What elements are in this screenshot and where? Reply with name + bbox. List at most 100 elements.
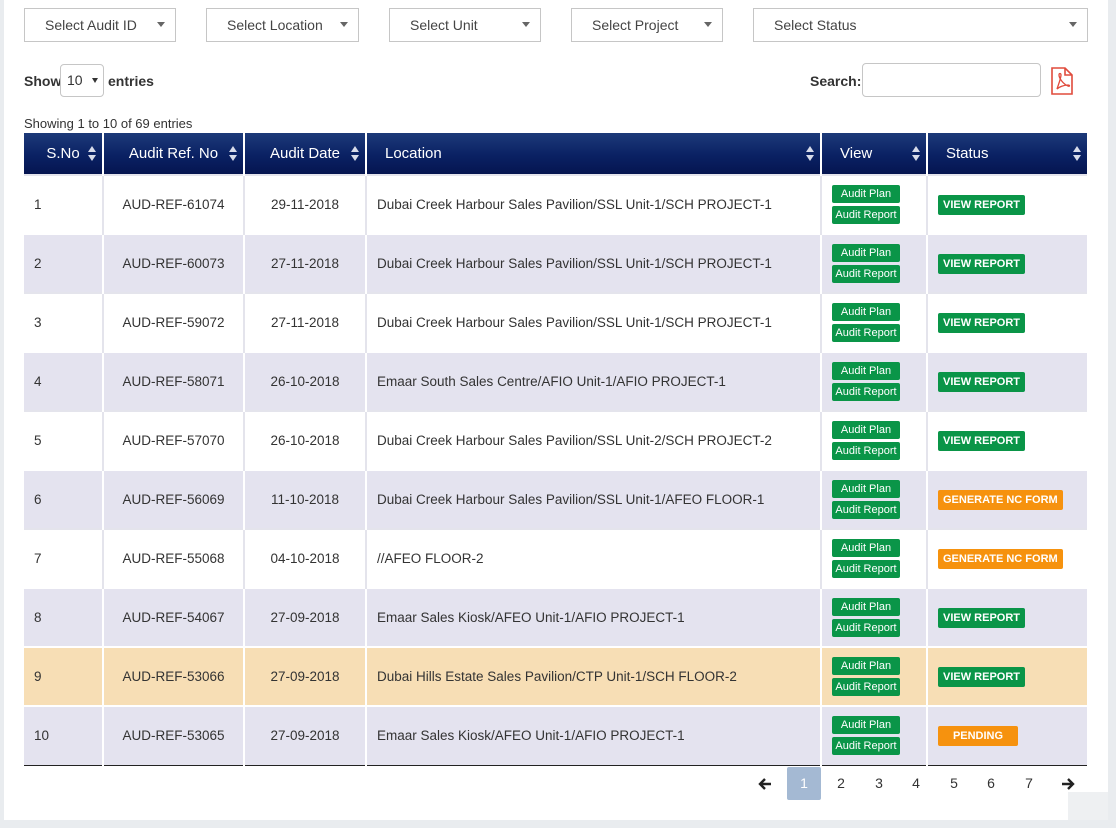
table-row[interactable]: 10 AUD-REF-53065 27-09-2018 Emaar Sales Kio… — [24, 705, 1087, 766]
audit-report-button[interactable]: Audit Report — [832, 265, 900, 283]
status-button[interactable]: VIEW REPORT — [938, 430, 1026, 451]
table-row[interactable]: 8 AUD-REF-54067 27-09-2018 Emaar Sales Kios… — [24, 587, 1087, 647]
cell-audit-date: 27-11-2018 — [244, 233, 367, 293]
status-button[interactable]: VIEW REPORT — [938, 666, 1026, 687]
table-row[interactable]: 2 AUD-REF-60073 27-11-2018 Dubai Creek Harb… — [24, 233, 1087, 293]
cell-location: Dubai Creek Harbour Sales Pavilion/SSL U… — [366, 233, 822, 293]
cell-audit-ref: AUD-REF-53065 — [103, 705, 245, 766]
page-4-button[interactable]: 4 — [899, 767, 933, 800]
audit-plan-button[interactable]: Audit Plan — [832, 480, 900, 498]
location-select[interactable]: Select Location — [206, 8, 359, 42]
cell-view: Audit Plan Audit Report — [821, 292, 928, 352]
cell-sno: 4 — [24, 351, 104, 411]
page-5-button[interactable]: 5 — [937, 767, 971, 800]
table-body: 1 AUD-REF-61074 29-11-2018 Dubai Creek Harb… — [24, 174, 1087, 766]
status-button[interactable]: VIEW REPORT — [938, 607, 1026, 628]
cell-location: Emaar Sales Kiosk/AFEO Unit-1/AFIO PROJE… — [366, 705, 822, 766]
cell-audit-ref: AUD-REF-56069 — [103, 469, 245, 529]
cell-status: VIEW REPORT — [927, 351, 1087, 411]
cell-view: Audit Plan Audit Report — [821, 528, 928, 588]
cell-audit-ref: AUD-REF-58071 — [103, 351, 245, 411]
cell-status: VIEW REPORT — [927, 646, 1087, 706]
cell-audit-date: 27-09-2018 — [244, 705, 367, 766]
audit-report-button[interactable]: Audit Report — [832, 206, 900, 224]
audit-plan-button[interactable]: Audit Plan — [832, 362, 900, 380]
status-button[interactable]: VIEW REPORT — [938, 312, 1026, 333]
audit-id-select-label: Select Audit ID — [45, 17, 137, 33]
table-row[interactable]: 7 AUD-REF-55068 04-10-2018//AFEO FLOOR-2 Au… — [24, 528, 1087, 588]
header-sno-label: S.No — [46, 145, 80, 162]
page-2-button[interactable]: 2 — [824, 767, 858, 800]
cell-sno: 2 — [24, 233, 104, 293]
cell-view: Audit Plan Audit Report — [821, 233, 928, 293]
header-audit-date-label: Audit Date — [269, 145, 341, 162]
status-button[interactable]: GENERATE NC FORM — [938, 548, 1063, 569]
audit-report-button[interactable]: Audit Report — [832, 678, 900, 696]
table-row[interactable]: 1 AUD-REF-61074 29-11-2018 Dubai Creek Harb… — [24, 174, 1087, 234]
header-location[interactable]: Location — [366, 133, 822, 175]
header-status-label: Status — [946, 145, 989, 162]
table-row[interactable]: 9 AUD-REF-53066 27-09-2018 Dubai Hills Esta… — [24, 646, 1087, 706]
cell-sno: 7 — [24, 528, 104, 588]
audit-plan-button[interactable]: Audit Plan — [832, 657, 900, 675]
project-select[interactable]: Select Project — [571, 8, 723, 42]
next-page-button[interactable] — [1051, 767, 1085, 800]
status-button[interactable]: VIEW REPORT — [938, 371, 1026, 392]
audit-report-button[interactable]: Audit Report — [832, 619, 900, 637]
entries-per-page-value: 10 — [67, 72, 83, 88]
sort-icon — [229, 146, 237, 162]
status-select[interactable]: Select Status — [753, 8, 1088, 42]
cell-audit-date: 04-10-2018 — [244, 528, 367, 588]
cell-location: Dubai Creek Harbour Sales Pavilion/SSL U… — [366, 469, 822, 529]
pdf-icon[interactable] — [1050, 67, 1074, 95]
search-label: Search: — [810, 73, 862, 89]
audit-plan-button[interactable]: Audit Plan — [832, 539, 900, 557]
arrow-left-icon — [758, 778, 771, 790]
table-row[interactable]: 5 AUD-REF-57070 26-10-2018 Dubai Creek Harb… — [24, 410, 1087, 470]
status-button[interactable]: VIEW REPORT — [938, 253, 1026, 274]
audit-id-select[interactable]: Select Audit ID — [24, 8, 176, 42]
status-button[interactable]: GENERATE NC FORM — [938, 489, 1063, 510]
header-status[interactable]: Status — [927, 133, 1087, 175]
prev-page-button[interactable] — [748, 767, 782, 800]
audit-report-button[interactable]: Audit Report — [832, 737, 900, 756]
status-button[interactable]: VIEW REPORT — [938, 194, 1026, 215]
header-audit-date[interactable]: Audit Date — [244, 133, 367, 175]
table-row[interactable]: 4 AUD-REF-58071 26-10-2018 Emaar South Sale… — [24, 351, 1087, 411]
cell-sno: 1 — [24, 174, 104, 234]
audit-plan-button[interactable]: Audit Plan — [832, 421, 900, 439]
table-header-row: S.No Audit Ref. No Audit Date Location V… — [24, 133, 1087, 175]
sort-icon — [351, 146, 359, 162]
table-row[interactable]: 3 AUD-REF-59072 27-11-2018 Dubai Creek Harb… — [24, 292, 1087, 352]
header-view[interactable]: View — [821, 133, 928, 175]
table-info: Showing 1 to 10 of 69 entries — [24, 116, 193, 131]
entries-per-page-select[interactable]: 10 — [60, 64, 104, 97]
header-audit-ref[interactable]: Audit Ref. No — [103, 133, 245, 175]
table-row[interactable]: 6 AUD-REF-56069 11-10-2018 Dubai Creek Harb… — [24, 469, 1087, 529]
audit-plan-button[interactable]: Audit Plan — [832, 716, 900, 735]
page-3-button[interactable]: 3 — [862, 767, 896, 800]
caret-down-icon — [340, 22, 348, 27]
audit-report-button[interactable]: Audit Report — [832, 442, 900, 460]
audit-plan-button[interactable]: Audit Plan — [832, 244, 900, 262]
audit-table: S.No Audit Ref. No Audit Date Location V… — [24, 133, 1087, 766]
unit-select[interactable]: Select Unit — [389, 8, 541, 42]
audit-plan-button[interactable]: Audit Plan — [832, 185, 900, 203]
audit-report-button[interactable]: Audit Report — [832, 501, 900, 519]
page-1-button[interactable]: 1 — [787, 767, 821, 800]
page-7-button[interactable]: 7 — [1012, 767, 1046, 800]
audit-report-button[interactable]: Audit Report — [832, 560, 900, 578]
audit-report-button[interactable]: Audit Report — [832, 324, 900, 342]
audit-report-button[interactable]: Audit Report — [832, 383, 900, 401]
search-input[interactable] — [862, 63, 1041, 97]
status-button[interactable]: PENDING — [938, 725, 1018, 746]
cell-location: Emaar Sales Kiosk/AFEO Unit-1/AFIO PROJE… — [366, 587, 822, 647]
audit-plan-button[interactable]: Audit Plan — [832, 303, 900, 321]
header-sno[interactable]: S.No — [24, 133, 104, 175]
page-6-button[interactable]: 6 — [974, 767, 1008, 800]
cell-audit-date: 27-09-2018 — [244, 646, 367, 706]
audit-plan-button[interactable]: Audit Plan — [832, 598, 900, 616]
cell-location: Dubai Creek Harbour Sales Pavilion/SSL U… — [366, 410, 822, 470]
cell-audit-ref: AUD-REF-61074 — [103, 174, 245, 234]
unit-select-label: Select Unit — [410, 17, 478, 33]
